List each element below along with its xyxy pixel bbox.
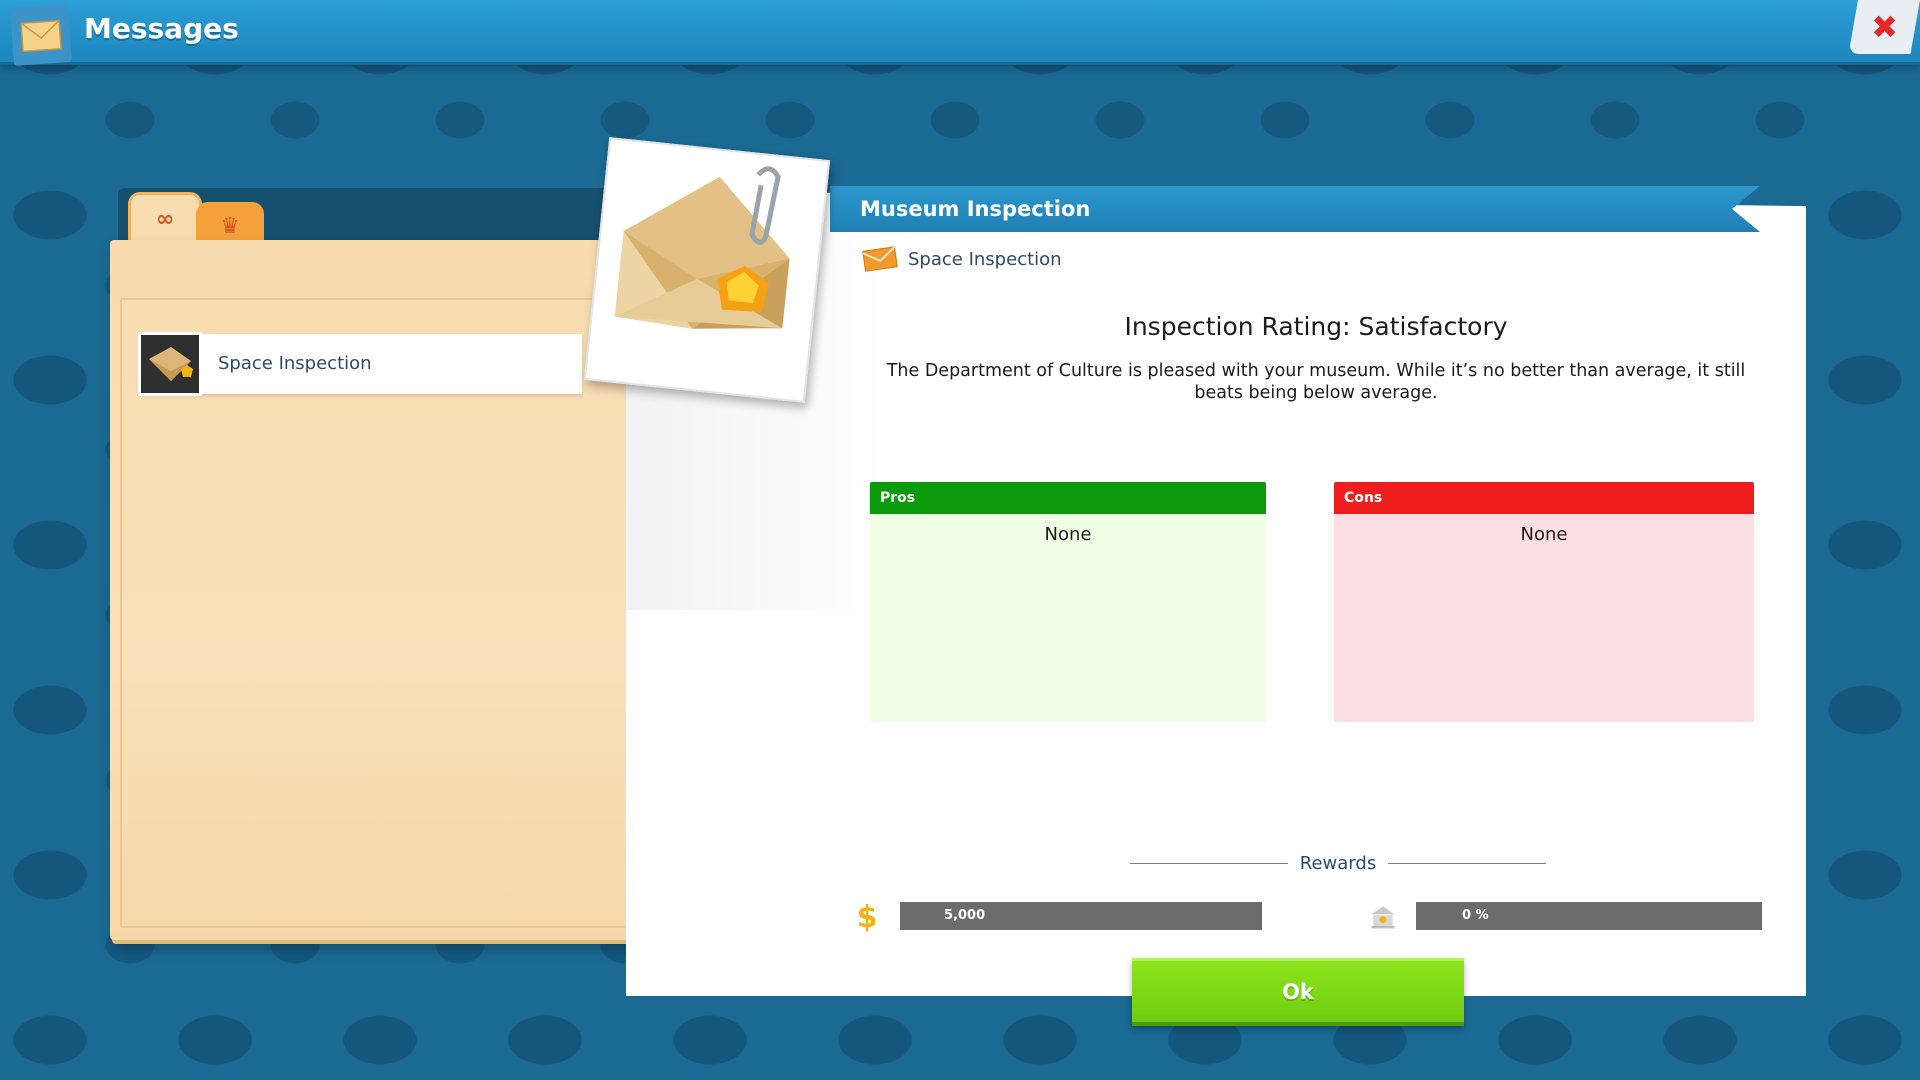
- close-icon: ✖: [1870, 8, 1898, 46]
- reputation-icon: [1366, 900, 1400, 934]
- envelope-icon: [10, 4, 72, 66]
- message-title: Museum Inspection: [860, 197, 1091, 221]
- infinity-icon: ∞: [155, 207, 175, 232]
- envelope-card: [583, 137, 831, 403]
- tab-crown[interactable]: ♛: [196, 202, 264, 244]
- title-bar: Messages ✖: [0, 0, 1920, 66]
- reputation-reward-value: 0 %: [1462, 908, 1489, 923]
- message-header: Museum Inspection: [830, 186, 1760, 232]
- money-reward-bar: 5,000: [900, 902, 1262, 930]
- inspection-rating-title: Inspection Rating: Satisfactory: [1124, 312, 1508, 341]
- cons-header: Cons: [1334, 482, 1754, 514]
- open-envelope-icon: [614, 166, 790, 329]
- message-subject: Space Inspection: [908, 248, 1062, 270]
- reputation-reward-bar: 0 %: [1416, 902, 1762, 930]
- pros-content: None: [870, 514, 1266, 722]
- money-reward-value: 5,000: [944, 908, 986, 923]
- money-icon: $: [856, 899, 878, 935]
- list-item[interactable]: Space Inspection: [138, 332, 582, 396]
- rewards-label: Rewards: [1299, 853, 1377, 874]
- cons-panel: Cons None: [1334, 482, 1754, 722]
- window-title: Messages: [84, 12, 239, 45]
- envelope-icon: [862, 246, 898, 272]
- message-subject-row: Space Inspection: [862, 244, 1062, 274]
- close-button[interactable]: ✖: [1848, 0, 1920, 54]
- cons-content: None: [1334, 514, 1754, 722]
- pros-header: Pros: [870, 482, 1266, 514]
- crown-icon: ♛: [220, 214, 240, 239]
- pros-panel: Pros None: [870, 482, 1266, 722]
- ok-button[interactable]: Ok: [1132, 958, 1464, 1026]
- rewards-divider-left: [1130, 863, 1288, 864]
- tab-all[interactable]: ∞: [128, 192, 202, 245]
- envelope-badge-icon: [138, 332, 202, 396]
- inspection-description: The Department of Culture is pleased wit…: [886, 361, 1746, 403]
- rewards-divider-right: [1388, 863, 1546, 864]
- list-item-label: Space Inspection: [218, 353, 372, 374]
